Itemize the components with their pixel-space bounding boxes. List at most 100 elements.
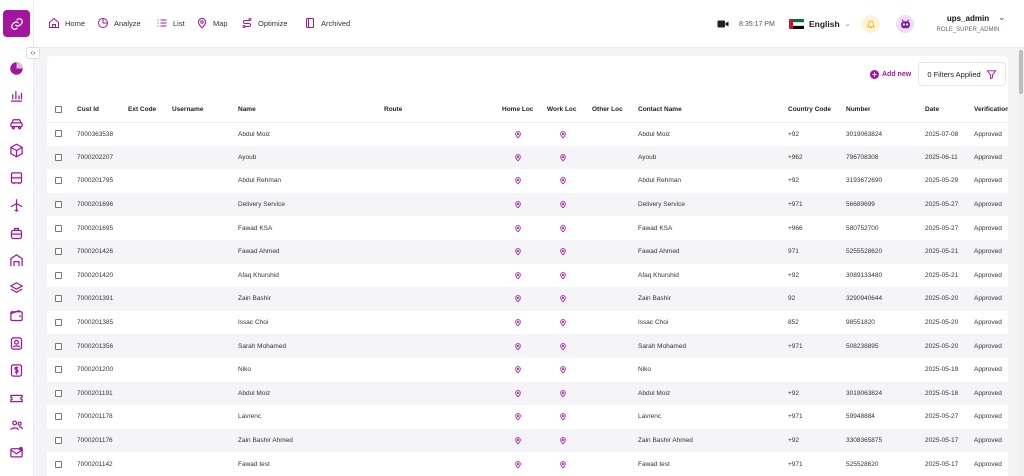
filters-button[interactable]: 0 Filters Applied <box>918 62 1006 86</box>
user-menu-chevron-icon[interactable]: ⌄ <box>998 12 1006 23</box>
sidebar-item-reports[interactable] <box>8 87 25 104</box>
table-row[interactable]: 7000201142 Fawad test Fawad test +971 525528… <box>47 452 1008 476</box>
work-loc-cell[interactable] <box>547 287 592 311</box>
row-checkbox[interactable] <box>55 460 62 468</box>
work-loc-cell[interactable] <box>547 381 592 406</box>
home-loc-cell[interactable] <box>502 263 547 288</box>
language-selector[interactable]: English ⌄ <box>789 0 851 48</box>
column-header[interactable]: Home Loc <box>502 98 547 123</box>
home-loc-cell[interactable] <box>502 452 547 476</box>
sidebar-item-vehicles[interactable] <box>8 115 25 132</box>
row-checkbox[interactable] <box>55 177 62 185</box>
select-all-checkbox[interactable] <box>55 106 62 114</box>
column-header[interactable]: Country Code <box>788 98 846 123</box>
work-loc-cell[interactable] <box>547 357 592 382</box>
work-loc-cell[interactable] <box>547 310 592 335</box>
sidebar-item-contacts[interactable] <box>8 335 25 352</box>
sidebar-item-billing[interactable] <box>8 362 25 379</box>
column-header[interactable]: Date <box>925 98 974 123</box>
home-loc-cell[interactable] <box>502 145 547 170</box>
column-header[interactable]: Contact Name <box>638 98 788 123</box>
work-loc-cell[interactable] <box>547 452 592 476</box>
table-row[interactable]: 7000201178 Lavrenc Lavrenc +971 59948884 2025… <box>47 405 1008 429</box>
notifications-button[interactable] <box>862 0 880 48</box>
nav-home[interactable]: Home <box>48 17 85 29</box>
row-checkbox[interactable] <box>55 224 62 232</box>
nav-map[interactable]: Map <box>196 17 228 29</box>
nav-analyze[interactable]: Analyze <box>97 17 141 29</box>
work-loc-cell[interactable] <box>547 169 592 193</box>
row-checkbox[interactable] <box>55 153 62 161</box>
table-row[interactable]: 7000363538 Abdul Moiz Abdul Moiz +92 3019063… <box>47 122 1008 146</box>
row-checkbox[interactable] <box>55 318 62 326</box>
home-loc-cell[interactable] <box>502 122 547 146</box>
work-loc-cell[interactable] <box>547 334 592 358</box>
column-header[interactable]: Username <box>172 98 238 123</box>
home-loc-cell[interactable] <box>502 239 547 264</box>
sidebar-item-analytics[interactable] <box>8 60 25 77</box>
home-loc-cell[interactable] <box>502 216 547 240</box>
work-loc-cell[interactable] <box>547 122 592 146</box>
nav-list[interactable]: List <box>156 17 185 29</box>
table-row[interactable]: 7000201356 Sarah Mohamed Sarah Mohamed +971… <box>47 334 1008 358</box>
column-header[interactable]: Number <box>846 98 925 123</box>
work-loc-cell[interactable] <box>547 216 592 240</box>
row-checkbox[interactable] <box>55 295 62 303</box>
nav-archived[interactable]: Archived <box>304 17 350 29</box>
nav-optimize[interactable]: Optimize <box>241 17 288 29</box>
work-loc-cell[interactable] <box>547 192 592 217</box>
work-loc-cell[interactable] <box>547 263 592 288</box>
row-checkbox[interactable] <box>55 389 62 397</box>
home-loc-cell[interactable] <box>502 428 547 453</box>
app-logo[interactable] <box>3 10 30 37</box>
table-row[interactable]: 7000201385 Issac Choi Issac Choi 852 9855182… <box>47 310 1008 335</box>
sidebar-item-packages[interactable] <box>8 142 25 159</box>
page-scrollbar[interactable] <box>1018 48 1024 476</box>
row-checkbox[interactable] <box>55 130 62 138</box>
work-loc-cell[interactable] <box>547 428 592 453</box>
column-header[interactable]: Verification <box>974 98 1008 123</box>
user-avatar[interactable] <box>896 0 914 48</box>
column-header[interactable]: Name <box>238 98 384 123</box>
table-row[interactable]: 7000201176 Zain Bashir Ahmed Zain Bashir A… <box>47 428 1008 453</box>
column-header[interactable]: Ext Code <box>128 98 172 123</box>
row-checkbox[interactable] <box>55 271 62 279</box>
home-loc-cell[interactable] <box>502 192 547 217</box>
home-loc-cell[interactable] <box>502 381 547 406</box>
home-loc-cell[interactable] <box>502 310 547 335</box>
sidebar-item-luggage[interactable] <box>8 225 25 242</box>
table-row[interactable]: 7000201696 Delivery Service Delivery Servi… <box>47 192 1008 217</box>
row-checkbox[interactable] <box>55 342 62 350</box>
row-checkbox[interactable] <box>55 248 62 256</box>
work-loc-cell[interactable] <box>547 145 592 170</box>
page-scrollbar-thumb[interactable] <box>1019 50 1023 94</box>
sidebar-item-messages[interactable] <box>8 444 25 461</box>
sidebar-item-wallet[interactable] <box>8 307 25 324</box>
home-loc-cell[interactable] <box>502 287 547 311</box>
row-checkbox[interactable] <box>55 436 62 444</box>
table-row[interactable]: 7000201795 Abdul Rehman Abdul Rehman +92 319… <box>47 169 1008 193</box>
table-row[interactable]: 7000201200 Niko Niko 2025-05-19 Approved <box>47 357 1008 382</box>
row-checkbox[interactable] <box>55 413 62 421</box>
column-header[interactable]: Cust Id <box>77 98 128 123</box>
work-loc-cell[interactable] <box>547 405 592 429</box>
camera-button[interactable] <box>717 0 729 48</box>
row-checkbox[interactable] <box>55 200 62 208</box>
sidebar-item-layers[interactable] <box>8 280 25 297</box>
table-row[interactable]: 7000202207 Ayoub Ayoub +962 796708308 2025-06… <box>47 145 1008 170</box>
row-checkbox[interactable] <box>55 366 62 374</box>
work-loc-cell[interactable] <box>547 239 592 264</box>
column-header[interactable]: Other Loc <box>592 98 638 123</box>
sidebar-item-warehouse[interactable] <box>8 252 25 269</box>
home-loc-cell[interactable] <box>502 405 547 429</box>
home-loc-cell[interactable] <box>502 357 547 382</box>
sidebar-item-users[interactable] <box>8 417 25 434</box>
table-row[interactable]: 7000201695 Fawad KSA Fawad KSA +966 58075270… <box>47 216 1008 240</box>
table-row[interactable]: 7000201191 Abdul Moiz Abdul Moiz +92 3019063… <box>47 381 1008 406</box>
column-header[interactable]: Work Loc <box>547 98 592 123</box>
column-header[interactable]: Route <box>384 98 502 123</box>
sidebar-item-transport[interactable] <box>8 170 25 187</box>
table-row[interactable]: 7000201426 Fawad Ahmed Fawad Ahmed 971 52555… <box>47 239 1008 264</box>
add-new-button[interactable]: + Add new <box>870 70 911 79</box>
home-loc-cell[interactable] <box>502 169 547 193</box>
